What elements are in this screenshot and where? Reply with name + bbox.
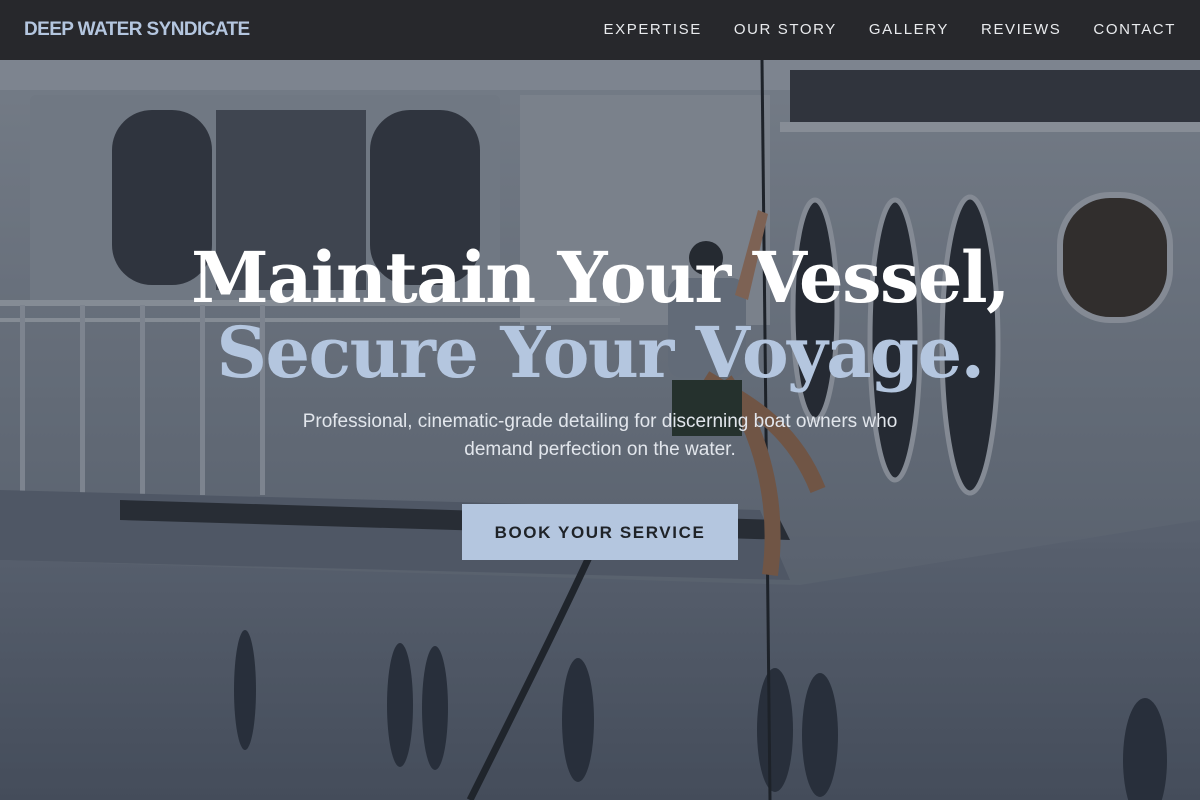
- headline-line-1: Maintain Your Vessel,: [191, 236, 1010, 319]
- hero-section: Maintain Your Vessel, Secure Your Voyage…: [0, 238, 1200, 560]
- nav-item-expertise: EXPERTISE: [604, 21, 702, 39]
- nav-link-gallery[interactable]: GALLERY: [869, 21, 949, 38]
- book-service-button[interactable]: BOOK YOUR SERVICE: [462, 504, 738, 560]
- hero-subtitle: Professional, cinematic-grade detailing …: [302, 411, 898, 460]
- hero-headline: Maintain Your Vessel, Secure Your Voyage…: [0, 238, 1200, 388]
- nav-item-gallery: GALLERY: [869, 21, 949, 39]
- top-navigation: DEEP WATER SYNDICATE EXPERTISE OUR STORY…: [0, 0, 1200, 60]
- headline-line-2: Secure Your Voyage.: [216, 311, 985, 394]
- nav-link-reviews[interactable]: REVIEWS: [981, 21, 1061, 38]
- nav-links: EXPERTISE OUR STORY GALLERY REVIEWS CONT…: [604, 21, 1176, 39]
- nav-link-expertise[interactable]: EXPERTISE: [604, 21, 702, 38]
- brand-logo[interactable]: DEEP WATER SYNDICATE: [24, 19, 250, 41]
- nav-item-reviews: REVIEWS: [981, 21, 1061, 39]
- nav-item-our-story: OUR STORY: [734, 21, 837, 39]
- nav-link-contact[interactable]: CONTACT: [1093, 21, 1176, 38]
- nav-link-our-story[interactable]: OUR STORY: [734, 21, 837, 38]
- nav-item-contact: CONTACT: [1093, 21, 1176, 39]
